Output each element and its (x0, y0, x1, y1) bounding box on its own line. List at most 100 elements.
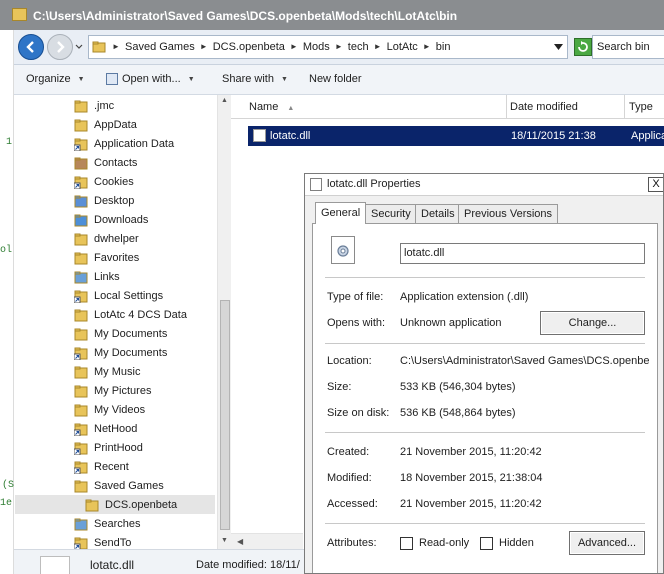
nav-item[interactable]: Local Settings (73, 286, 224, 305)
nav-item[interactable]: .jmc (74, 96, 224, 115)
nav-item[interactable]: Desktop (74, 191, 224, 210)
hidden-checkbox[interactable] (480, 537, 493, 550)
tab-security[interactable]: Security (365, 204, 417, 223)
chevron-right-icon[interactable]: ► (109, 40, 123, 54)
scrollbar-thumb[interactable] (220, 300, 230, 530)
breadcrumb-dcs-openbeta[interactable]: DCS.openbeta (211, 41, 287, 53)
read-only-checkbox[interactable] (400, 537, 413, 550)
scroll-down-icon[interactable]: ▼ (221, 537, 228, 544)
back-button[interactable] (18, 34, 44, 60)
file-name: lotatc.dll (270, 130, 311, 142)
nav-item[interactable]: Recent (73, 457, 224, 476)
breadcrumb-lotatc[interactable]: LotAtc (385, 41, 420, 53)
nav-item[interactable]: PrintHood (73, 438, 224, 457)
dialog-title-bar[interactable]: lotatc.dll Properties X (305, 174, 663, 196)
chevron-right-icon[interactable]: ► (371, 40, 385, 54)
chevron-right-icon[interactable]: ► (287, 40, 301, 54)
nav-item[interactable]: My Videos (74, 400, 224, 419)
organize-button[interactable]: Organize ▼ (26, 73, 85, 85)
created-value: 21 November 2015, 11:20:42 (400, 446, 542, 458)
divider (325, 523, 645, 524)
navigation-pane[interactable]: .jmc AppData Application Data Contacts Cooki… (14, 95, 231, 549)
nav-item[interactable]: dwhelper (74, 229, 224, 248)
close-button[interactable]: X (648, 177, 663, 192)
nav-item[interactable]: SendTo (73, 533, 224, 549)
saved-games-icon (74, 479, 88, 493)
nav-item[interactable]: My Documents (74, 324, 224, 343)
background-window-strip: 1 ol (S 1e (0, 30, 14, 574)
nav-item-label: My Documents (94, 327, 168, 340)
column-type[interactable]: Type (625, 95, 664, 119)
chevron-down-icon[interactable] (554, 43, 563, 51)
nav-item-label: My Videos (94, 403, 146, 416)
nav-item[interactable]: NetHood (73, 419, 224, 438)
nav-item[interactable]: Saved Games (74, 476, 224, 495)
navigation-scrollbar[interactable]: ▲ ▼ (217, 95, 231, 549)
new-folder-label: New folder (309, 73, 362, 85)
change-button[interactable]: Change... (540, 311, 645, 335)
nav-item[interactable]: Downloads (74, 210, 224, 229)
nav-item[interactable]: Searches (74, 514, 224, 533)
breadcrumb-tech[interactable]: tech (346, 41, 371, 53)
open-with-button[interactable]: Open with... ▼ (106, 73, 195, 85)
chevron-right-icon[interactable]: ► (332, 40, 346, 54)
nav-item[interactable]: Contacts (74, 153, 224, 172)
music-icon (74, 365, 88, 379)
downloads-icon (74, 213, 88, 227)
forward-button[interactable] (47, 34, 73, 60)
nav-item[interactable]: My Documents (73, 343, 224, 362)
nav-item-label: Cookies (94, 175, 134, 188)
recent-pages-dropdown-icon[interactable] (75, 42, 83, 52)
column-name-label: Name (249, 101, 279, 113)
nav-item[interactable]: Cookies (73, 172, 224, 191)
chevron-right-icon[interactable]: ► (420, 40, 434, 54)
opens-with-value: Unknown application (400, 317, 502, 329)
breadcrumb-saved-games[interactable]: Saved Games (123, 41, 197, 53)
advanced-button[interactable]: Advanced... (569, 531, 645, 555)
share-with-button[interactable]: Share with ▼ (222, 73, 288, 85)
tab-general[interactable]: General (315, 202, 367, 224)
nav-item[interactable]: My Pictures (74, 381, 224, 400)
breadcrumb-bin[interactable]: bin (434, 41, 453, 53)
file-row[interactable]: lotatc.dll 18/11/2015 21:38 Applica (248, 126, 664, 146)
nav-item[interactable]: My Music (74, 362, 224, 381)
location-value: C:\Users\Administrator\Saved Games\DCS.o… (400, 355, 650, 367)
nav-item-label: Links (94, 270, 120, 283)
horizontal-scrollbar[interactable]: ◀ (231, 533, 303, 549)
open-with-label: Open with... (122, 73, 181, 85)
desktop-icon (74, 194, 88, 208)
breadcrumb-mods[interactable]: Mods (301, 41, 332, 53)
tab-previous-versions[interactable]: Previous Versions (458, 204, 559, 223)
details-file-name: lotatc.dll (90, 558, 135, 572)
scroll-left-icon[interactable]: ◀ (237, 537, 243, 546)
hidden-label[interactable]: Hidden (499, 537, 534, 549)
divider (325, 277, 645, 278)
tab-details[interactable]: Details (415, 204, 461, 223)
organize-label: Organize (26, 73, 71, 85)
file-name-field[interactable]: lotatc.dll (400, 243, 645, 264)
nav-item[interactable]: Favorites (74, 248, 224, 267)
nav-item[interactable]: AppData (74, 115, 224, 134)
size-value: 533 KB (546,304 bytes) (400, 381, 516, 393)
accessed-value: 21 November 2015, 11:20:42 (400, 498, 542, 510)
command-bar: Organize ▼ Open with... ▼ Share with ▼ N… (14, 65, 664, 95)
column-name[interactable]: Name ▲ (245, 95, 507, 119)
address-box[interactable]: ► Saved Games ► DCS.openbeta ► Mods ► te… (88, 35, 568, 59)
divider (325, 432, 645, 433)
chevron-right-icon[interactable]: ► (197, 40, 211, 54)
read-only-label[interactable]: Read-only (419, 537, 469, 549)
share-with-label: Share with (222, 73, 274, 85)
window-title-bar[interactable]: C:\Users\Administrator\Saved Games\DCS.o… (0, 0, 664, 30)
column-date-modified[interactable]: Date modified (506, 95, 625, 119)
background-text: (S (2, 480, 15, 491)
nav-item[interactable]: LotAtc 4 DCS Data (74, 305, 224, 324)
new-folder-button[interactable]: New folder (309, 73, 362, 85)
modified-value: 18 November 2015, 21:38:04 (400, 472, 543, 484)
refresh-button[interactable] (574, 38, 592, 56)
nav-item[interactable]: DCS.openbeta (15, 495, 215, 514)
search-input[interactable]: Search bin (592, 35, 664, 59)
nav-item[interactable]: Links (74, 267, 224, 286)
nav-item-label: PrintHood (94, 441, 143, 454)
scroll-up-icon[interactable]: ▲ (221, 97, 228, 104)
nav-item[interactable]: Application Data (73, 134, 224, 153)
